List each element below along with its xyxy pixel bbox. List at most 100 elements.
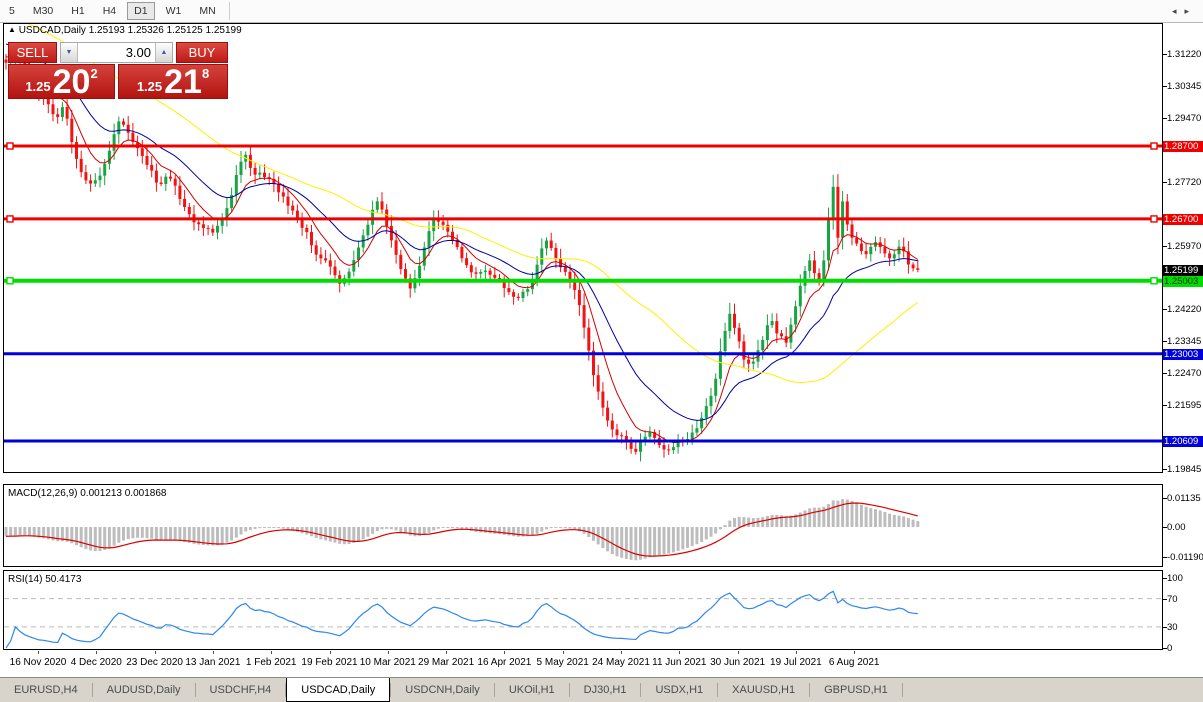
date-tick-mark	[388, 651, 389, 654]
macd-tick-label: -0.01190	[1167, 552, 1203, 563]
volume-input[interactable]: 3.00	[78, 43, 155, 62]
macd-chart	[4, 485, 1162, 566]
sell-price-quote[interactable]: 1.25 20 2	[8, 64, 115, 99]
date-label: 10 Mar 2021	[360, 657, 416, 668]
date-label: 11 Jun 2021	[652, 657, 706, 668]
date-tick-mark	[854, 651, 855, 654]
date-tick-mark	[96, 651, 97, 654]
macd-tick-label: 0.01135	[1167, 493, 1201, 504]
volume-stepper: ▼ 3.00 ▲	[60, 42, 173, 63]
buy-price-pips: 21	[164, 67, 202, 97]
chart-tab-dj30[interactable]: DJ30,H1	[570, 678, 641, 702]
tab-separator	[902, 683, 903, 697]
chart-ohlc: 1.25193 1.25326 1.25125 1.25199	[89, 25, 242, 36]
timeframe-button-h1[interactable]: H1	[64, 2, 91, 20]
timeframe-button-mn[interactable]: MN	[192, 2, 222, 20]
chart-tab-usdcnh[interactable]: USDCNH,Daily	[391, 678, 494, 702]
price-tick-label: 1.30345	[1167, 81, 1201, 92]
chart-tab-eurusd[interactable]: EURUSD,H4	[0, 678, 92, 702]
rsi-tick-label: 100	[1167, 573, 1183, 584]
date-label: 23 Dec 2020	[126, 657, 183, 668]
date-label: 16 Nov 2020	[10, 657, 67, 668]
price-tick-label: 1.23345	[1167, 336, 1201, 347]
date-tick-mark	[330, 651, 331, 654]
buy-price-quote[interactable]: 1.25 21 8	[118, 64, 228, 99]
date-label: 16 Apr 2021	[477, 657, 531, 668]
chart-tab-ukoil[interactable]: UKOil,H1	[495, 678, 569, 702]
date-tick-mark	[446, 651, 447, 654]
date-axis: 16 Nov 2020 4 Dec 2020 23 Dec 202013 Jan 2…	[3, 651, 1163, 675]
one-click-trade-panel: SELL ▼ 3.00 ▲ BUY 1.25 20 2 1.25 21 8	[8, 42, 228, 99]
chart-tab-xauusd[interactable]: XAUUSD,H1	[718, 678, 809, 702]
macd-label: MACD(12,26,9) 0.001213 0.001868	[8, 488, 166, 499]
date-label: 19 Feb 2021	[301, 657, 357, 668]
date-tick-mark	[213, 651, 214, 654]
chart-marker-icon: ▲	[8, 25, 16, 34]
date-tick-mark	[738, 651, 739, 654]
timeframe-button-d1[interactable]: D1	[127, 2, 154, 20]
rsi-chart	[4, 571, 1162, 649]
tab-scroll-arrows[interactable]: ◂▸	[1172, 6, 1197, 17]
date-label: 5 May 2021	[537, 657, 589, 668]
tab-scroll-left-icon[interactable]: ◂	[1172, 6, 1185, 16]
level-price-tag: 1.26700	[1163, 214, 1203, 225]
sell-price-base: 1.25	[25, 79, 50, 94]
price-tick-label: 1.27720	[1167, 177, 1201, 188]
volume-increase-button[interactable]: ▲	[155, 43, 172, 62]
date-tick-mark	[271, 651, 272, 654]
tab-scroll-right-icon[interactable]: ▸	[1184, 6, 1197, 16]
date-tick-mark	[504, 651, 505, 654]
timeframe-button-m30[interactable]: M30	[26, 2, 60, 20]
price-tick-label: 1.31220	[1167, 49, 1201, 60]
chart-tab-usdchf[interactable]: USDCHF,H4	[196, 678, 286, 702]
rsi-label: RSI(14) 50.4173	[8, 574, 81, 585]
chart-symbol: USDCAD,Daily	[19, 25, 86, 36]
date-label: 1 Feb 2021	[246, 657, 297, 668]
volume-decrease-button[interactable]: ▼	[61, 43, 78, 62]
sell-price-point: 2	[90, 66, 97, 81]
price-tick-label: 1.21595	[1167, 400, 1201, 411]
platform-window: 5M30H1 H4D1 W1MN ▲ USDCAD,Daily 1.25193 1.…	[0, 0, 1203, 702]
price-tick-label: 1.22470	[1167, 368, 1201, 379]
date-label: 29 Mar 2021	[418, 657, 474, 668]
sell-price-pips: 20	[53, 67, 91, 97]
date-label: 19 Jul 2021	[770, 657, 822, 668]
timeframe-button-w1[interactable]: W1	[159, 2, 189, 20]
level-price-tag: 1.28700	[1163, 141, 1203, 152]
date-tick-mark	[38, 651, 39, 654]
timeframe-toolbar: 5M30H1 H4D1 W1MN	[0, 0, 1203, 23]
chart-title: ▲ USDCAD,Daily 1.25193 1.25326 1.25125 1…	[8, 25, 242, 36]
level-price-tag: 1.23003	[1163, 349, 1203, 360]
rsi-tick-label: 70	[1167, 594, 1178, 605]
level-price-tag: 1.25003	[1163, 276, 1203, 287]
timeframe-button-5[interactable]: 5	[2, 2, 22, 20]
date-label: 24 May 2021	[592, 657, 650, 668]
price-tick-label: 1.29470	[1167, 113, 1201, 124]
toolbar-separator	[229, 2, 230, 20]
timeframe-button-h4[interactable]: H4	[96, 2, 123, 20]
date-tick-mark	[679, 651, 680, 654]
chart-tab-usdcad[interactable]: USDCAD,Daily	[286, 678, 390, 702]
buy-price-point: 8	[202, 66, 209, 81]
chart-tab-bar: EURUSD,H4AUDUSD,DailyUSDCHF,H4USDCAD,Dai…	[0, 677, 1203, 702]
date-tick-mark	[621, 651, 622, 654]
date-label: 6 Aug 2021	[829, 657, 880, 668]
chart-tab-usdx[interactable]: USDX,H1	[641, 678, 717, 702]
rsi-tick-label: 0	[1167, 643, 1172, 654]
price-tick-label: 1.25970	[1167, 241, 1201, 252]
price-tick-label: 1.24220	[1167, 304, 1201, 315]
macd-tick-label: 0.00	[1167, 522, 1186, 533]
buy-button[interactable]: BUY	[176, 42, 228, 63]
date-tick-mark	[796, 651, 797, 654]
date-label: 4 Dec 2020	[71, 657, 122, 668]
date-tick-mark	[155, 651, 156, 654]
rsi-tick-label: 30	[1167, 622, 1178, 633]
price-tick-label: 1.19845	[1167, 464, 1201, 475]
date-label: 30 Jun 2021	[710, 657, 765, 668]
chart-tab-gbpusd[interactable]: GBPUSD,H1	[810, 678, 902, 702]
chart-tab-audusd[interactable]: AUDUSD,Daily	[93, 678, 195, 702]
sell-button[interactable]: SELL	[8, 42, 57, 63]
date-label: 13 Jan 2021	[185, 657, 240, 668]
bid-price-tag: 1.25199	[1163, 265, 1203, 276]
buy-price-base: 1.25	[137, 79, 162, 94]
